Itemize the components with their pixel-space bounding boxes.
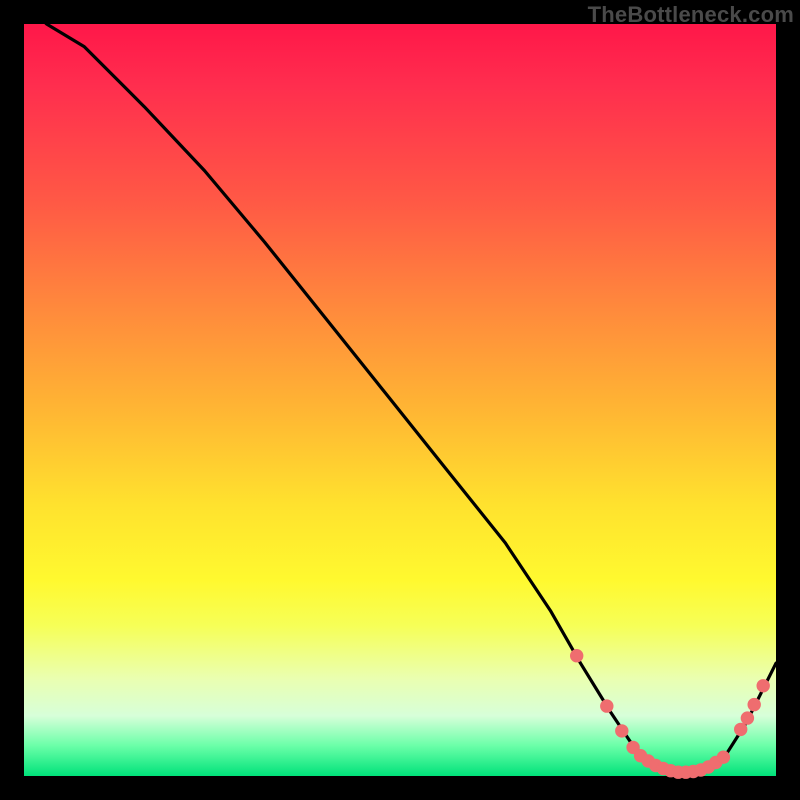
curve-marker	[748, 698, 760, 710]
curve-marker	[741, 712, 753, 724]
plot-area	[24, 24, 776, 776]
chart-svg	[24, 24, 776, 776]
curve-marker	[616, 725, 628, 737]
curve-marker	[717, 751, 729, 763]
curve-marker	[601, 700, 613, 712]
chart-stage: TheBottleneck.com	[0, 0, 800, 800]
curve-markers	[571, 650, 770, 779]
curve-marker	[735, 723, 747, 735]
curve-marker	[571, 650, 583, 662]
watermark-text: TheBottleneck.com	[588, 2, 794, 28]
curve-marker	[757, 680, 769, 692]
bottleneck-curve	[24, 1, 776, 772]
